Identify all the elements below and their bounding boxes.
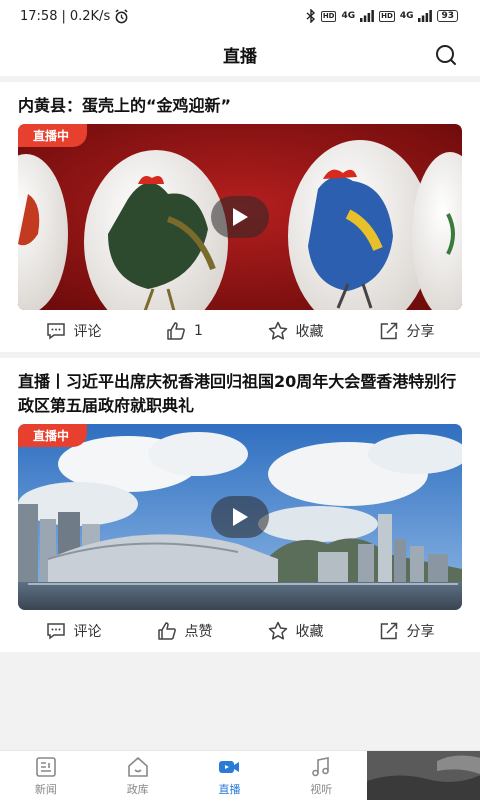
music-icon <box>312 756 330 776</box>
live-feed: 内黄县：蛋壳上的“金鸡迎新” 直播中 评论 1 收藏 分享 直播丨习近平出席庆祝… <box>0 82 480 652</box>
status-right: HD 4G HD 4G 93 <box>306 9 458 23</box>
card-actions: 评论 1 收藏 分享 <box>18 310 462 352</box>
net-type-2: 4G <box>399 11 414 21</box>
battery-icon: 93 <box>437 10 458 22</box>
video-thumbnail[interactable]: 直播中 <box>18 424 462 610</box>
page-title: 直播 <box>223 46 257 67</box>
floating-mini-player[interactable] <box>367 751 480 800</box>
play-icon <box>233 208 248 226</box>
bottom-tab-bar: 新闻 政库 直播 视听 <box>0 750 480 800</box>
like-button[interactable]: 点赞 <box>129 621 240 641</box>
share-icon <box>380 322 397 340</box>
share-button[interactable]: 分享 <box>351 621 462 641</box>
thumbs-up-icon <box>157 622 176 640</box>
favorite-label: 收藏 <box>295 624 324 640</box>
live-badge: 直播中 <box>18 424 88 447</box>
app-header: 直播 <box>0 32 480 76</box>
comment-button[interactable]: 评论 <box>18 621 129 641</box>
bluetooth-icon <box>306 9 315 23</box>
share-button[interactable]: 分享 <box>351 321 462 341</box>
video-thumbnail[interactable]: 直播中 <box>18 124 462 310</box>
share-label: 分享 <box>406 624 435 640</box>
like-button[interactable]: 1 <box>129 321 240 341</box>
hd-badge-2: HD <box>379 10 395 22</box>
live-camera-icon <box>219 760 240 773</box>
thumbs-up-icon <box>167 322 185 340</box>
status-bar: 17:58 | 0.2K/s HD 4G HD 4G 93 <box>0 0 480 32</box>
comment-icon <box>46 623 65 640</box>
tab-audio-video-label: 视听 <box>310 782 333 796</box>
tab-news[interactable]: 新闻 <box>0 751 92 800</box>
tab-live-label: 直播 <box>218 782 241 796</box>
like-label: 点赞 <box>184 624 213 640</box>
share-label: 分享 <box>406 324 435 340</box>
comment-icon <box>46 323 65 340</box>
tab-audio-video[interactable]: 视听 <box>275 751 367 800</box>
net-type-1: 4G <box>341 11 356 21</box>
comment-label: 评论 <box>73 624 102 640</box>
status-separator: | <box>61 8 66 24</box>
status-left: 17:58 | 0.2K/s <box>20 9 129 24</box>
star-icon <box>268 321 287 340</box>
star-icon <box>268 621 287 640</box>
signal-icon-1 <box>360 10 375 22</box>
feed-card[interactable]: 内黄县：蛋壳上的“金鸡迎新” 直播中 评论 1 收藏 分享 <box>0 82 480 352</box>
tab-news-label: 新闻 <box>34 782 57 796</box>
favorite-button[interactable]: 收藏 <box>240 321 351 341</box>
signal-icon-2 <box>418 10 433 22</box>
search-icon[interactable] <box>434 43 458 67</box>
favorite-button[interactable]: 收藏 <box>240 621 351 641</box>
like-count: 1 <box>194 323 203 339</box>
card-title[interactable]: 直播丨习近平出席庆祝香港回归祖国20周年大会暨香港特别行政区第五届政府就职典礼 <box>18 370 462 418</box>
status-net-speed: 0.2K/s <box>69 8 111 24</box>
tab-live[interactable]: 直播 <box>184 751 276 800</box>
play-button[interactable] <box>211 496 269 538</box>
card-title[interactable]: 内黄县：蛋壳上的“金鸡迎新” <box>18 94 462 118</box>
hd-badge-1: HD <box>320 10 337 22</box>
comment-button[interactable]: 评论 <box>18 321 129 341</box>
mini-player-thumbnail <box>367 751 480 800</box>
feed-card[interactable]: 直播丨习近平出席庆祝香港回归祖国20周年大会暨香港特别行政区第五届政府就职典礼 <box>0 358 480 652</box>
news-icon <box>36 756 56 777</box>
alarm-icon <box>115 8 128 23</box>
status-time: 17:58 <box>20 8 58 24</box>
share-icon <box>380 622 397 640</box>
home-icon <box>127 756 148 777</box>
tab-library[interactable]: 政库 <box>92 751 184 800</box>
comment-label: 评论 <box>73 324 102 340</box>
card-actions: 评论 点赞 收藏 分享 <box>18 610 462 652</box>
tab-library-label: 政库 <box>126 782 149 796</box>
play-button[interactable] <box>211 196 269 238</box>
favorite-label: 收藏 <box>295 324 324 340</box>
live-badge: 直播中 <box>18 124 88 147</box>
play-icon <box>233 508 248 526</box>
